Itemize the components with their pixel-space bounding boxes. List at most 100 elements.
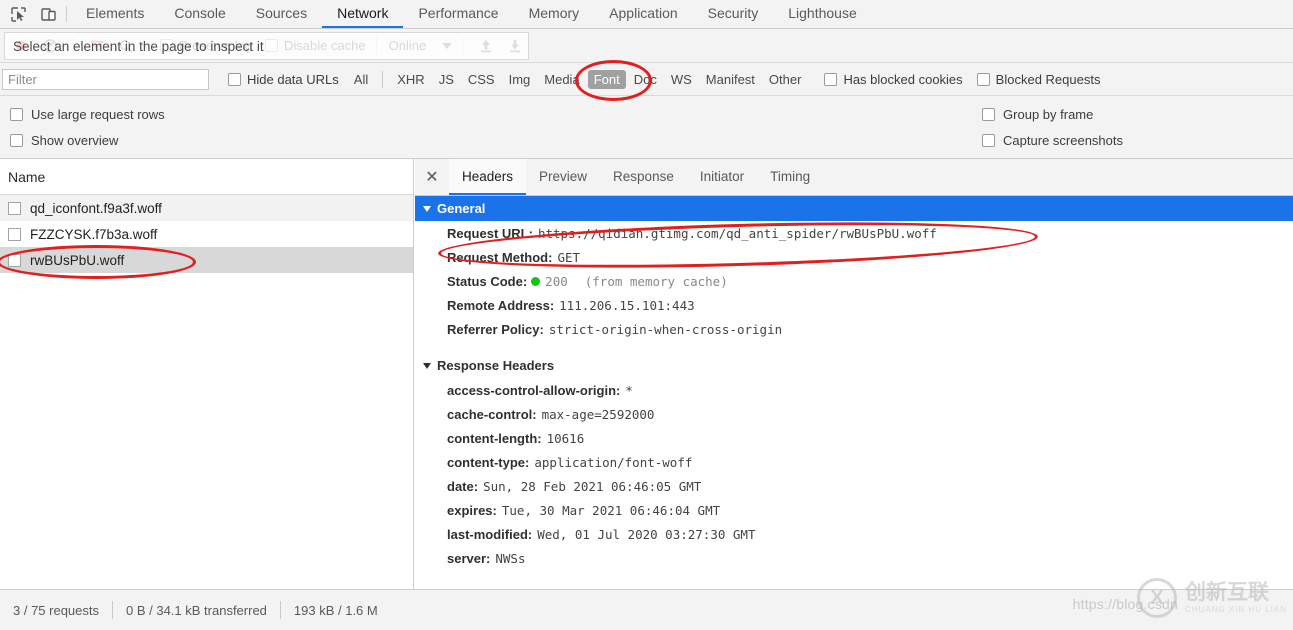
header-value[interactable]: https://qidian.gtimg.com/qd_anti_spider/… xyxy=(538,225,937,242)
general-row-request-method: Request Method: GET xyxy=(415,245,1293,269)
toolbar-divider-1 xyxy=(73,36,74,55)
group-by-frame-checkbox[interactable]: Group by frame xyxy=(982,107,1123,122)
table-row[interactable]: FZZCYSK.f7b3a.woff xyxy=(0,221,413,247)
toolbar-divider-2 xyxy=(149,36,150,55)
section-title: General xyxy=(437,201,486,216)
disable-cache-checkbox[interactable]: Disable cache xyxy=(264,38,366,53)
filter-type-css[interactable]: CSS xyxy=(462,70,501,89)
headers-content: General Request URL: https://qidian.gtim… xyxy=(415,196,1293,589)
detail-tab-label: Response xyxy=(613,168,674,184)
general-row-remote-address: Remote Address: 111.206.15.101:443 xyxy=(415,293,1293,317)
tab-network[interactable]: Network xyxy=(322,0,404,28)
detail-tab-label: Headers xyxy=(462,168,514,184)
general-row-request-url: Request URL: https://qidian.gtimg.com/qd… xyxy=(415,221,1293,245)
tab-application[interactable]: Application xyxy=(594,0,693,28)
filter-input[interactable] xyxy=(2,68,209,90)
response-headers-section-header[interactable]: Response Headers xyxy=(415,353,1293,378)
filter-type-other[interactable]: Other xyxy=(763,70,808,89)
setting-label: Show overview xyxy=(31,132,119,148)
filter-type-js[interactable]: JS xyxy=(433,70,460,89)
inspect-element-icon[interactable] xyxy=(8,4,28,24)
filter-funnel-icon[interactable] xyxy=(84,34,110,58)
search-icon[interactable] xyxy=(113,34,139,58)
detail-tabbar: ✕ Headers Preview Response Initiator Tim… xyxy=(415,159,1293,196)
tab-performance[interactable]: Performance xyxy=(403,0,513,28)
close-icon[interactable]: ✕ xyxy=(415,159,449,195)
tab-sources[interactable]: Sources xyxy=(241,0,322,28)
filter-type-xhr[interactable]: XHR xyxy=(391,70,430,89)
export-har-icon[interactable] xyxy=(502,34,528,58)
panel-tabs: Elements Console Sources Network Perform… xyxy=(71,0,872,28)
filter-divider xyxy=(382,70,384,88)
tab-response[interactable]: Response xyxy=(600,159,687,195)
clear-icon[interactable] xyxy=(37,34,63,58)
header-value: NWSs xyxy=(495,550,526,566)
filter-type-img[interactable]: Img xyxy=(503,70,537,89)
checkbox-box xyxy=(982,133,996,147)
has-blocked-cookies-label: Has blocked cookies xyxy=(843,71,963,87)
filter-type-ws[interactable]: WS xyxy=(665,70,698,89)
row-checkbox[interactable] xyxy=(8,253,21,267)
tab-label: Security xyxy=(707,5,759,21)
checkbox-box xyxy=(160,39,173,52)
throttling-dropdown[interactable]: Online xyxy=(387,38,453,53)
header-key: server: xyxy=(447,550,491,566)
tab-security[interactable]: Security xyxy=(693,0,774,28)
tab-label: Memory xyxy=(528,5,580,21)
toolbar-divider-4 xyxy=(462,36,464,55)
hide-data-urls-checkbox[interactable]: Hide data URLs xyxy=(228,72,339,87)
filter-type-doc[interactable]: Doc xyxy=(628,70,663,89)
devtools-window: Elements Console Sources Network Perform… xyxy=(0,0,1293,630)
header-key: date: xyxy=(447,478,479,494)
filter-type-font[interactable]: Font xyxy=(587,69,626,89)
import-har-icon[interactable] xyxy=(473,34,499,58)
filter-type-label: Other xyxy=(768,71,802,87)
table-row[interactable]: qd_iconfont.f9a3f.woff xyxy=(0,195,413,221)
response-header-row: server: NWSs xyxy=(415,546,1293,570)
filter-bar: Hide data URLs All XHR JS CSS Img Media … xyxy=(0,63,1293,96)
tab-headers[interactable]: Headers xyxy=(449,159,527,195)
network-toolbar: Preserve log Disable cache Online xyxy=(0,29,1293,63)
tab-timing[interactable]: Timing xyxy=(757,159,823,195)
header-value: Tue, 30 Mar 2021 06:46:04 GMT xyxy=(501,502,721,518)
tab-memory[interactable]: Memory xyxy=(514,0,595,28)
tab-preview[interactable]: Preview xyxy=(526,159,600,195)
filter-type-label: WS xyxy=(670,71,692,87)
request-list-column-header[interactable]: Name xyxy=(0,159,413,195)
filter-type-label: All xyxy=(353,71,369,87)
tab-label: Application xyxy=(609,5,678,21)
has-blocked-cookies-checkbox[interactable]: Has blocked cookies xyxy=(824,71,963,87)
detail-tab-label: Preview xyxy=(539,168,588,184)
use-large-request-rows-checkbox[interactable]: Use large request rows xyxy=(10,107,165,122)
record-circle-icon[interactable] xyxy=(8,34,34,58)
blocked-requests-checkbox[interactable]: Blocked Requests xyxy=(976,72,1100,87)
filter-type-all[interactable]: All xyxy=(348,70,374,89)
tab-console[interactable]: Console xyxy=(159,0,240,28)
filter-type-media[interactable]: Media xyxy=(538,70,585,89)
status-source-note: (from memory cache) xyxy=(584,273,728,289)
device-toolbar-icon[interactable] xyxy=(38,4,58,24)
row-checkbox[interactable] xyxy=(8,227,21,241)
table-row[interactable]: rwBUsPbU.woff xyxy=(0,247,413,273)
preserve-log-checkbox[interactable]: Preserve log xyxy=(160,38,252,53)
tab-initiator[interactable]: Initiator xyxy=(687,159,757,195)
header-value: 200 xyxy=(545,273,568,289)
header-key: Status Code: xyxy=(447,273,528,289)
filter-type-manifest[interactable]: Manifest xyxy=(700,70,761,89)
response-header-row: access-control-allow-origin: * xyxy=(415,378,1293,402)
column-header-name: Name xyxy=(8,168,46,185)
capture-screenshots-checkbox[interactable]: Capture screenshots xyxy=(982,133,1123,148)
general-row-status-code: Status Code: 200 (from memory cache) xyxy=(415,269,1293,293)
response-header-row: cache-control: max-age=2592000 xyxy=(415,402,1293,426)
show-overview-checkbox[interactable]: Show overview xyxy=(10,133,165,148)
tabbar-divider xyxy=(66,6,67,22)
row-checkbox[interactable] xyxy=(8,201,21,215)
triangle-down-icon xyxy=(423,205,431,212)
tab-label: Console xyxy=(174,5,226,21)
tab-elements[interactable]: Elements xyxy=(71,0,159,28)
tab-lighthouse[interactable]: Lighthouse xyxy=(773,0,872,28)
header-value: Sun, 28 Feb 2021 06:46:05 GMT xyxy=(483,478,702,494)
settings-left-column: Use large request rows Show overview xyxy=(0,96,165,158)
general-section-header[interactable]: General xyxy=(415,196,1293,221)
setting-label: Use large request rows xyxy=(31,106,165,122)
